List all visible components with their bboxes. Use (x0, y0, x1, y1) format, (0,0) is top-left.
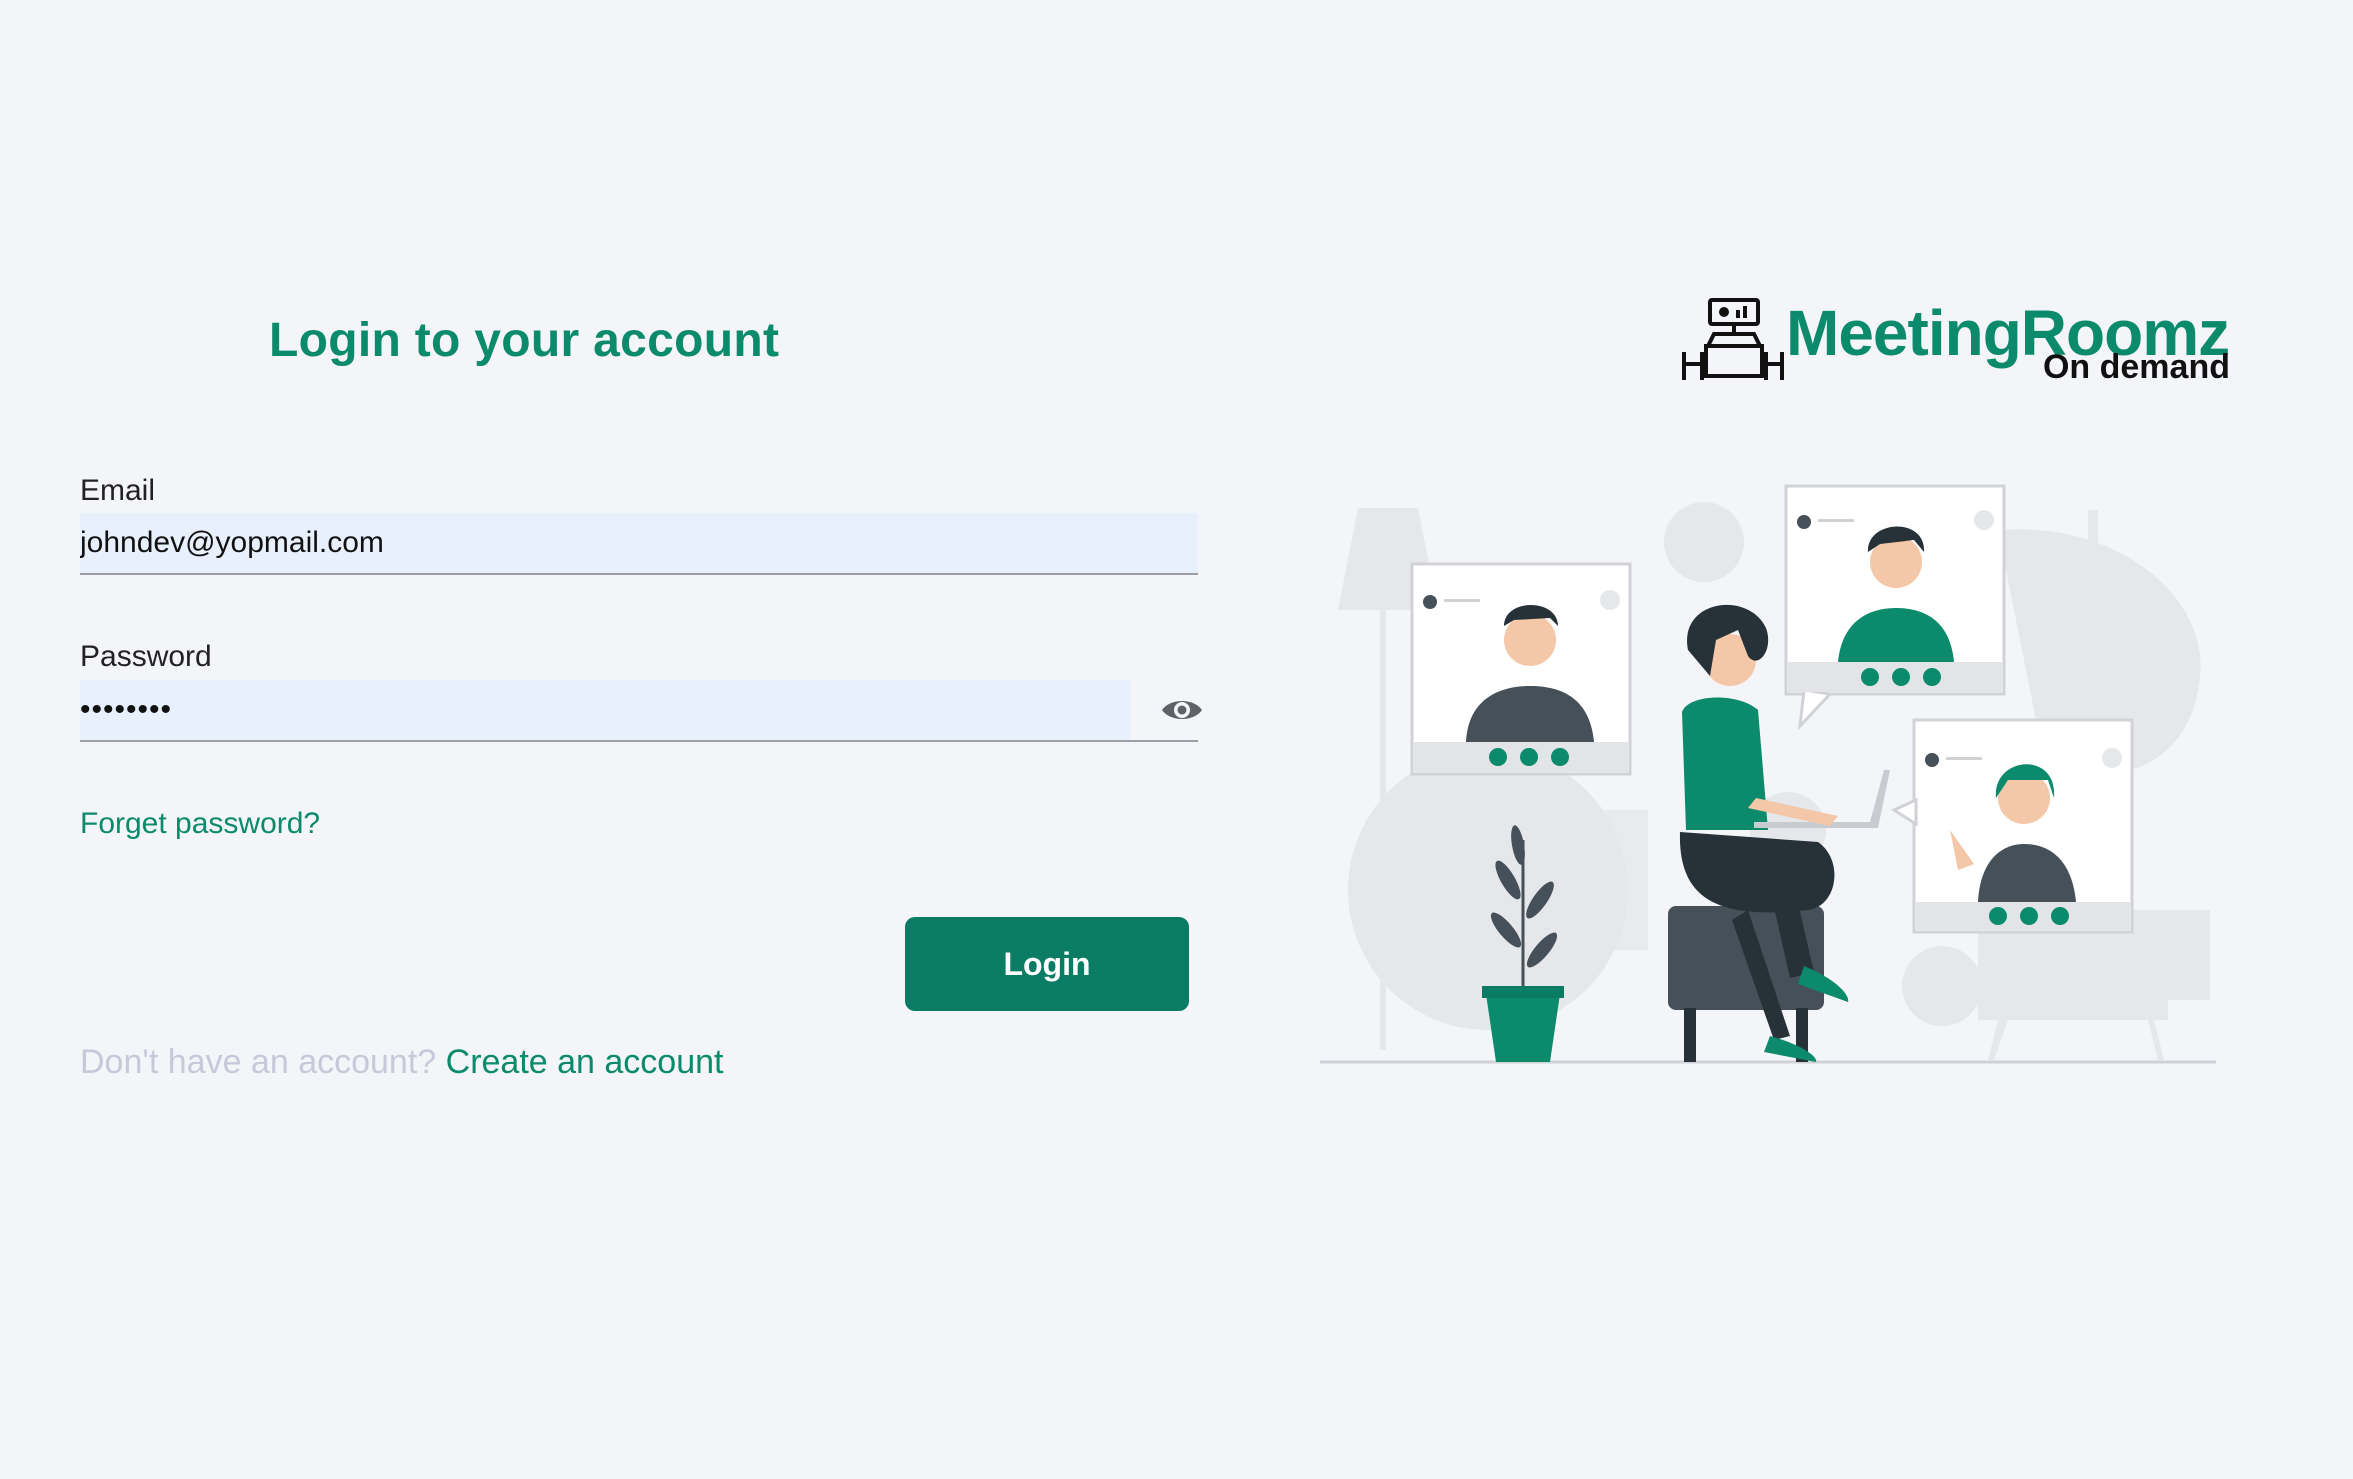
password-label: Password (80, 640, 212, 673)
email-field[interactable] (80, 513, 1198, 575)
video-window-left (1410, 562, 1632, 776)
signup-prompt: Don't have an account? (80, 1043, 437, 1081)
login-button[interactable]: Login (905, 917, 1189, 1011)
forgot-password-link[interactable]: Forget password? (80, 807, 320, 841)
video-window-right (1890, 718, 2134, 934)
email-label: Email (80, 474, 156, 507)
create-account-link[interactable]: Create an account (446, 1043, 724, 1081)
page-title: Login to your account (269, 314, 780, 367)
login-form: Login to your account Email Password For… (80, 0, 1205, 1479)
password-field-wrapper (80, 680, 1202, 742)
video-call-illustration (1320, 484, 2216, 1064)
signup-row: Don't have an account? Create an account (80, 1043, 723, 1082)
eye-icon[interactable] (1160, 690, 1204, 730)
password-field[interactable] (80, 680, 1130, 740)
login-page: Login to your account Email Password For… (0, 0, 2353, 1479)
video-window-top (1784, 484, 2006, 731)
brand-logo: MeetingRoomz On demand (1680, 296, 2240, 388)
meeting-table-icon (1682, 298, 1784, 380)
brand-tagline: On demand (2042, 348, 2230, 386)
